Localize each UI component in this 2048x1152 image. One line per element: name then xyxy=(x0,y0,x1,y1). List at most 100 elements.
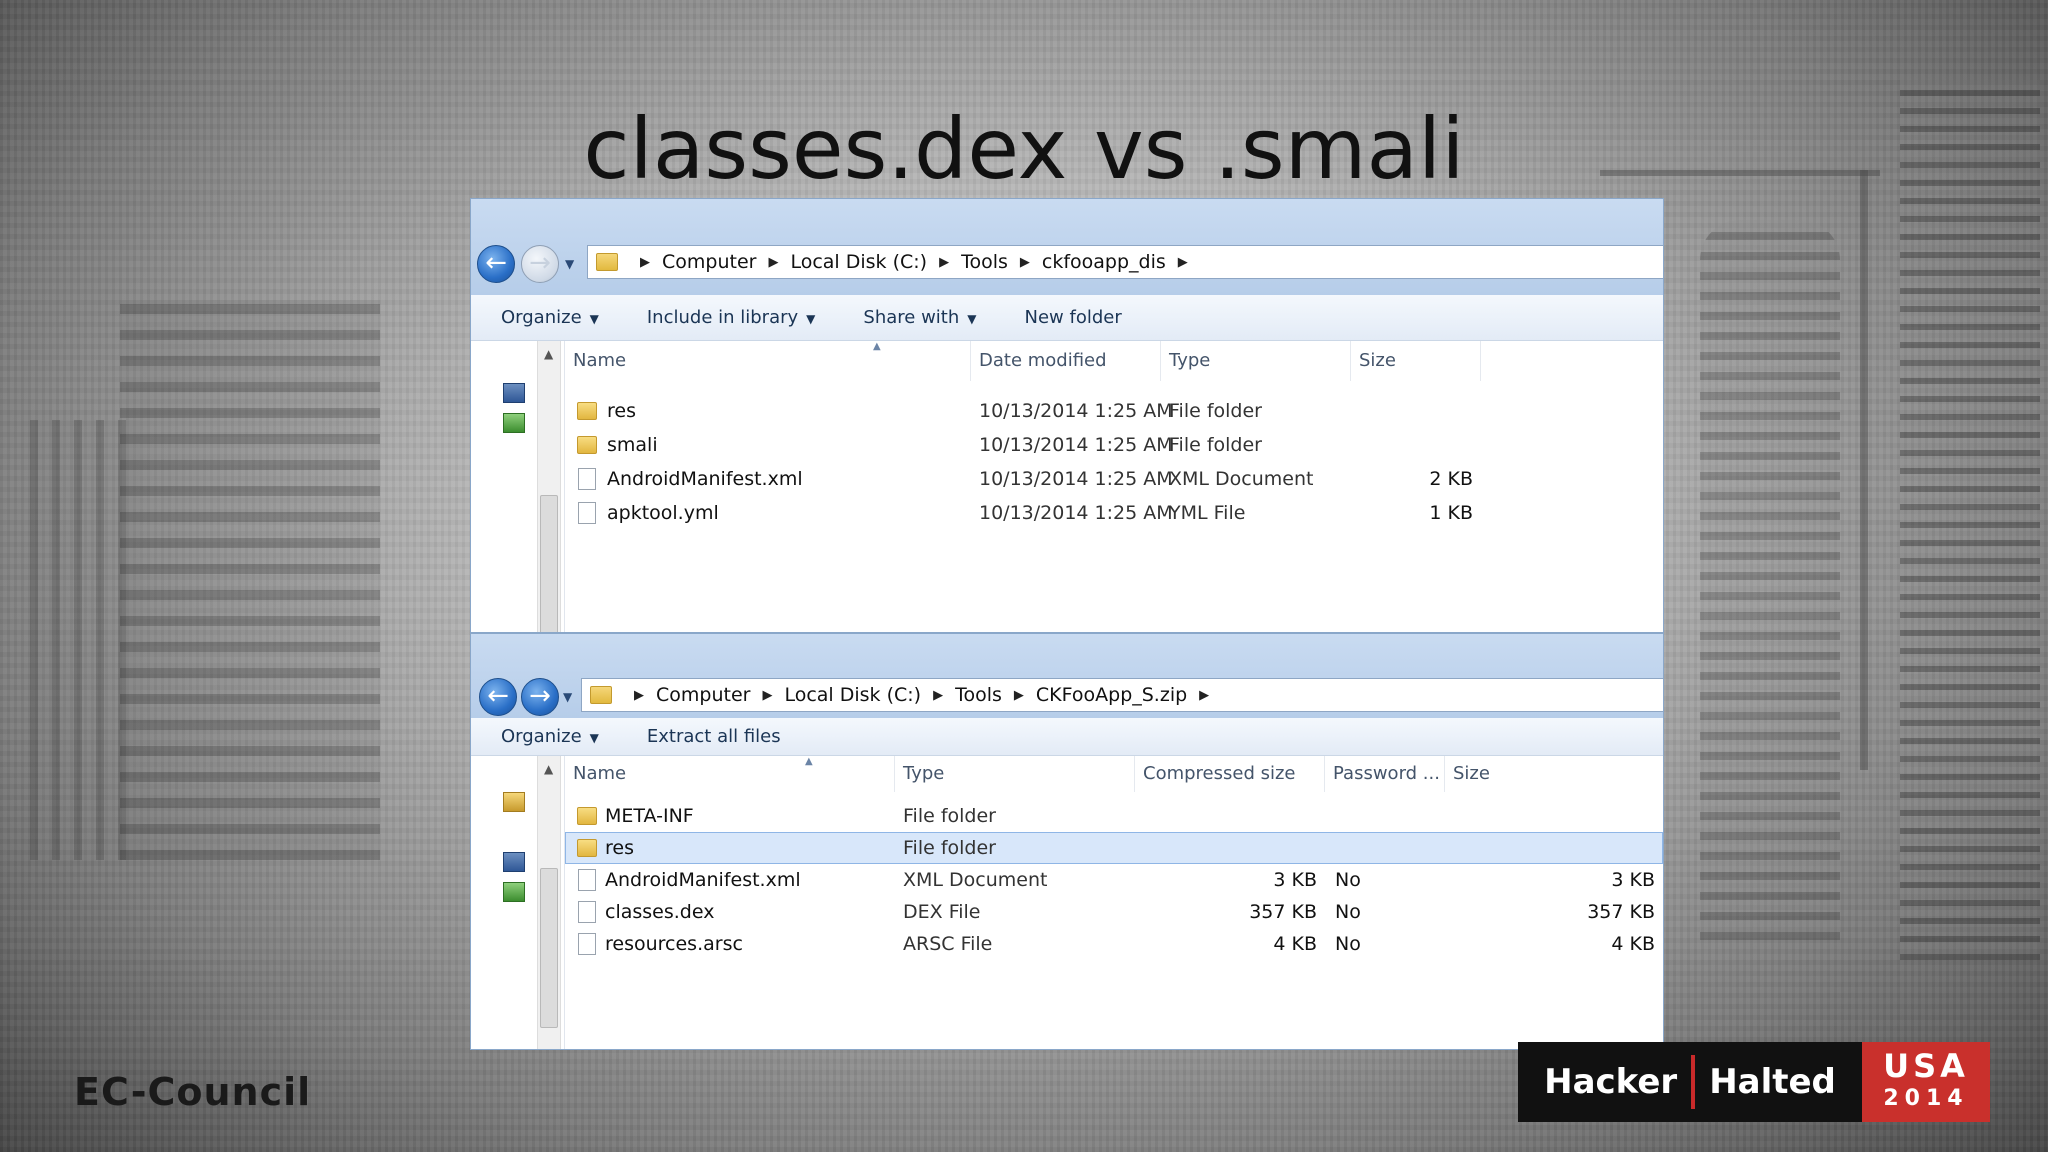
breadcrumb-computer[interactable]: Computer xyxy=(656,684,750,706)
file-compressed-size: 357 KB xyxy=(1249,901,1317,923)
scroll-up-icon[interactable]: ▲ xyxy=(544,347,553,361)
recent-pages-dropdown-icon[interactable]: ▼ xyxy=(565,257,574,271)
file-type: File folder xyxy=(903,805,996,827)
column-name[interactable]: Name xyxy=(565,756,895,792)
column-size[interactable]: Size xyxy=(1445,756,1663,792)
archive-row-selected[interactable]: res File folder xyxy=(565,832,1663,864)
file-size: 4 KB xyxy=(1611,933,1655,955)
file-date: 10/13/2014 1:25 AM xyxy=(979,468,1173,490)
column-compressed-size[interactable]: Compressed size xyxy=(1135,756,1325,792)
share-with-menu[interactable]: Share with ▼ xyxy=(863,307,976,328)
scrollbar-thumb[interactable] xyxy=(540,868,558,1028)
file-size: 1 KB xyxy=(1429,502,1473,524)
breadcrumb-separator-icon[interactable]: ▶ xyxy=(634,688,644,703)
archive-row[interactable]: META-INF File folder xyxy=(565,800,1663,832)
file-size: 357 KB xyxy=(1587,901,1655,923)
archive-row[interactable]: classes.dex DEX File 357 KB No 357 KB xyxy=(565,896,1663,928)
address-bar[interactable]: ▶ Computer ▶ Local Disk (C:) ▶ Tools ▶ C… xyxy=(581,678,1663,712)
scroll-up-icon[interactable]: ▲ xyxy=(544,762,553,776)
extract-all-files-button[interactable]: Extract all files xyxy=(647,726,781,747)
recent-pages-dropdown-icon[interactable]: ▼ xyxy=(563,690,572,704)
breadcrumb-tools[interactable]: Tools xyxy=(961,251,1008,273)
file-date: 10/13/2014 1:25 AM xyxy=(979,434,1173,456)
zip-folder-icon xyxy=(590,686,612,704)
organize-menu[interactable]: Organize ▼ xyxy=(501,307,599,328)
new-folder-button[interactable]: New folder xyxy=(1025,307,1122,328)
archive-row[interactable]: resources.arsc ARSC File 4 KB No 4 KB xyxy=(565,928,1663,960)
file-size xyxy=(1355,395,1473,427)
column-size[interactable]: Size xyxy=(1351,341,1481,381)
computer-icon[interactable] xyxy=(503,852,525,872)
chevron-down-icon: ▼ xyxy=(967,312,977,326)
folder-icon xyxy=(577,402,597,420)
breadcrumb-tools[interactable]: Tools xyxy=(955,684,1002,706)
forward-button[interactable]: → xyxy=(521,678,559,716)
breadcrumb-separator-icon[interactable]: ▶ xyxy=(768,255,778,270)
file-row[interactable]: res 10/13/2014 1:25 AM File folder xyxy=(565,395,1663,427)
file-name: AndroidManifest.xml xyxy=(605,869,801,891)
file-type: DEX File xyxy=(903,901,981,923)
logo-divider xyxy=(1691,1055,1696,1109)
breadcrumb-separator-icon[interactable]: ▶ xyxy=(1178,255,1188,270)
column-password[interactable]: Password ... xyxy=(1325,756,1445,792)
folder-icon xyxy=(577,839,597,857)
hacker-halted-word-2: Halted xyxy=(1709,1062,1836,1102)
breadcrumb-separator-icon[interactable]: ▶ xyxy=(933,688,943,703)
column-type[interactable]: Type xyxy=(1161,341,1351,381)
breadcrumb-separator-icon[interactable]: ▶ xyxy=(939,255,949,270)
organize-menu[interactable]: Organize ▼ xyxy=(501,726,599,747)
file-compressed-size: 3 KB xyxy=(1273,869,1317,891)
hacker-halted-word-1: Hacker xyxy=(1544,1062,1678,1102)
breadcrumb-local-disk[interactable]: Local Disk (C:) xyxy=(784,684,921,706)
file-row[interactable]: apktool.yml 10/13/2014 1:25 AM YML File … xyxy=(565,497,1663,529)
file-type: ARSC File xyxy=(903,933,993,955)
file-icon xyxy=(578,502,596,524)
folder-icon xyxy=(577,436,597,454)
libraries-icon[interactable] xyxy=(503,792,525,812)
back-button[interactable]: ← xyxy=(477,245,515,283)
breadcrumb-current-archive[interactable]: CKFooApp_S.zip xyxy=(1036,684,1187,706)
breadcrumb-current-folder[interactable]: ckfooapp_dis xyxy=(1042,251,1166,273)
window-chrome: ← → ▼ ▶ Computer ▶ Local Disk (C:) ▶ Too… xyxy=(471,199,1663,295)
breadcrumb-separator-icon[interactable]: ▶ xyxy=(1199,688,1209,703)
breadcrumb-local-disk[interactable]: Local Disk (C:) xyxy=(790,251,927,273)
breadcrumb-separator-icon[interactable]: ▶ xyxy=(1014,688,1024,703)
breadcrumb-separator-icon[interactable]: ▶ xyxy=(762,688,772,703)
column-header: Name ▲ Date modified Type Size xyxy=(565,341,1663,381)
explorer-window-zip: ← → ▼ ▶ Computer ▶ Local Disk (C:) ▶ Too… xyxy=(470,633,1664,1050)
file-compressed-size xyxy=(1135,833,1317,865)
file-type: File folder xyxy=(1169,400,1262,422)
breadcrumb-computer[interactable]: Computer xyxy=(662,251,756,273)
file-compressed-size: 4 KB xyxy=(1273,933,1317,955)
chevron-down-icon: ▼ xyxy=(589,731,599,745)
badge-usa: USA xyxy=(1883,1047,1969,1085)
background-crane-mast xyxy=(1860,170,1868,770)
include-in-library-menu[interactable]: Include in library ▼ xyxy=(647,307,816,328)
column-name[interactable]: Name xyxy=(565,341,971,381)
nav-scrollbar[interactable]: ▲ xyxy=(537,341,561,632)
file-row[interactable]: smali 10/13/2014 1:25 AM File folder xyxy=(565,429,1663,461)
breadcrumb-separator-icon[interactable]: ▶ xyxy=(640,255,650,270)
breadcrumb-separator-icon[interactable]: ▶ xyxy=(1020,255,1030,270)
computer-icon[interactable] xyxy=(503,383,525,403)
command-bar: Organize ▼ Extract all files xyxy=(471,718,1663,756)
archive-row[interactable]: AndroidManifest.xml XML Document 3 KB No… xyxy=(565,864,1663,896)
sort-ascending-icon: ▲ xyxy=(873,341,881,352)
file-list: Name ▲ Date modified Type Size res 10/13… xyxy=(565,341,1663,632)
file-name: res xyxy=(605,837,634,859)
forward-button[interactable]: → xyxy=(521,245,559,283)
file-size xyxy=(1355,429,1473,461)
network-icon[interactable] xyxy=(503,882,525,902)
file-row[interactable]: AndroidManifest.xml 10/13/2014 1:25 AM X… xyxy=(565,463,1663,495)
column-type[interactable]: Type xyxy=(895,756,1135,792)
background-building xyxy=(1700,220,1840,940)
column-date-modified[interactable]: Date modified xyxy=(971,341,1161,381)
address-bar[interactable]: ▶ Computer ▶ Local Disk (C:) ▶ Tools ▶ c… xyxy=(587,245,1663,279)
file-date: 10/13/2014 1:25 AM xyxy=(979,502,1173,524)
nav-scrollbar[interactable]: ▲ xyxy=(537,756,561,1049)
back-button[interactable]: ← xyxy=(479,678,517,716)
file-name: smali xyxy=(607,434,658,456)
scrollbar-thumb[interactable] xyxy=(540,495,558,632)
file-name: AndroidManifest.xml xyxy=(607,468,803,490)
network-icon[interactable] xyxy=(503,413,525,433)
